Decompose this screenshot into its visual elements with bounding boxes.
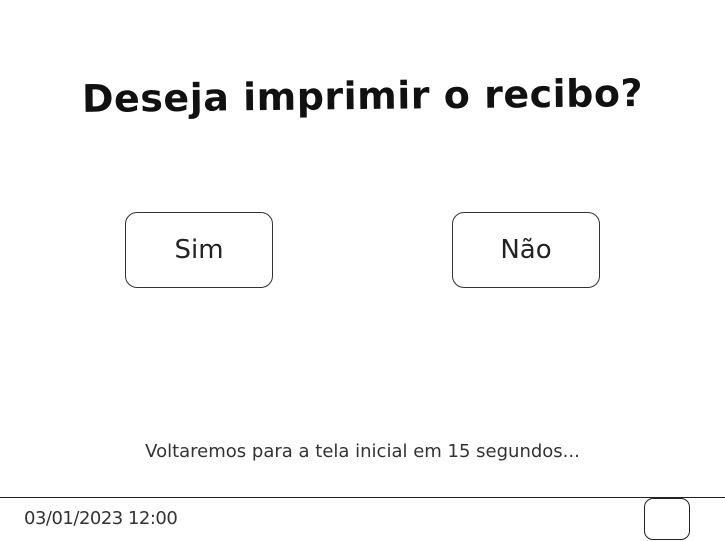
footer-action-button[interactable]: [644, 498, 690, 540]
datetime-display: 03/01/2023 12:00: [24, 508, 178, 529]
countdown-message: Voltaremos para a tela inicial em 15 seg…: [145, 441, 580, 462]
page-title: Deseja imprimir o recibo?: [81, 71, 644, 121]
yes-button[interactable]: Sim: [125, 212, 273, 288]
no-button[interactable]: Não: [452, 212, 600, 288]
yes-button-label: Sim: [174, 235, 224, 265]
footer-bar: 03/01/2023 12:00: [0, 497, 725, 541]
no-button-label: Não: [500, 235, 552, 265]
